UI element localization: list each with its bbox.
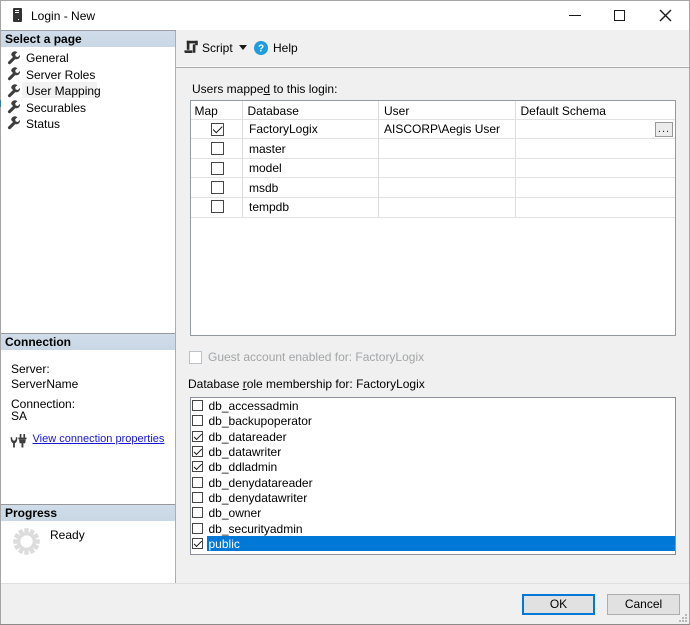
- svg-text:?: ?: [258, 44, 264, 55]
